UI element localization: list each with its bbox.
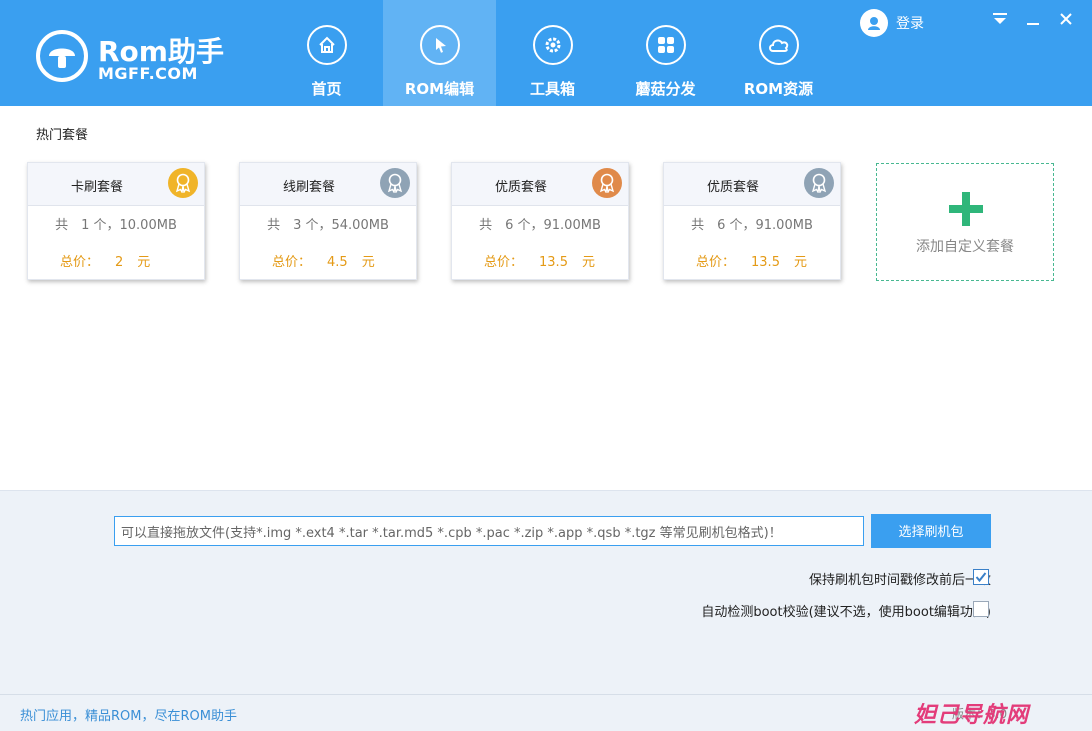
flash-package-panel: 选择刷机包 保持刷机包时间戳修改前后一致 自动检测boot校验(建议不选，使用b… — [0, 490, 1092, 695]
watermark-logo: 妲己导航网 — [914, 703, 1030, 728]
tab-rom-resources[interactable]: ROM资源 — [722, 0, 835, 106]
package-meta: 共 1 个，10.00MB — [55, 218, 177, 233]
card-header: 优质套餐 — [452, 163, 628, 206]
award-badge-icon — [380, 168, 410, 198]
package-price: 总价： 13.5 元 — [484, 251, 595, 270]
grid-icon — [646, 25, 686, 65]
package-card[interactable]: 卡刷套餐 共 1 个，10.00MB 总价： 2 元 — [27, 162, 205, 280]
choose-package-button[interactable]: 选择刷机包 — [871, 514, 991, 548]
price-value: 4.5 — [327, 255, 348, 270]
add-custom-package-button[interactable]: 添加自定义套餐 — [876, 163, 1054, 281]
user-icon — [860, 9, 888, 37]
tab-label: 蘑菇分发 — [635, 80, 696, 98]
award-badge-icon — [168, 168, 198, 198]
tab-rom-edit[interactable]: ROM编辑 — [383, 0, 496, 106]
package-name: 优质套餐 — [706, 180, 759, 195]
keep-timestamp-label: 保持刷机包时间戳修改前后一致 — [808, 573, 991, 588]
tab-label: 工具箱 — [529, 80, 575, 98]
package-card[interactable]: 优质套餐 共 6 个，91.00MB 总价： 13.5 元 — [663, 162, 841, 280]
price-label: 总价： — [484, 255, 524, 270]
tab-label: 首页 — [311, 80, 342, 98]
card-header: 线刷套餐 — [240, 163, 416, 206]
file-drop-input[interactable] — [114, 516, 864, 546]
package-name: 优质套餐 — [494, 180, 547, 195]
plus-icon — [949, 192, 983, 226]
boot-check-label: 自动检测boot校验(建议不选，使用boot编辑功能) — [701, 605, 991, 620]
cloud-icon — [759, 25, 799, 65]
package-price: 总价： 2 元 — [60, 251, 150, 270]
tab-label: ROM编辑 — [404, 80, 475, 98]
card-header: 卡刷套餐 — [28, 163, 204, 206]
package-meta: 共 6 个，91.00MB — [691, 218, 813, 233]
card-header: 优质套餐 — [664, 163, 840, 206]
price-value: 13.5 — [539, 255, 568, 270]
keep-timestamp-checkbox[interactable] — [973, 569, 989, 585]
close-icon[interactable] — [1055, 10, 1077, 32]
award-badge-icon — [804, 168, 834, 198]
app-header: Rom助手 MGFF.COM 首页 ROM编辑 工具箱 蘑菇分发 ROM资源 登… — [0, 0, 1092, 106]
boot-check-checkbox[interactable] — [973, 601, 989, 617]
footer-slogan: 热门应用，精品ROM，尽在ROM助手 — [20, 709, 237, 724]
login-label: 登录 — [896, 16, 924, 32]
price-unit: 元 — [793, 255, 807, 270]
add-custom-package-label: 添加自定义套餐 — [916, 239, 1014, 255]
login-button[interactable]: 登录 — [860, 9, 924, 37]
section-title: 热门套餐 — [36, 128, 89, 143]
main-nav: 首页 ROM编辑 工具箱 蘑菇分发 ROM资源 — [270, 0, 835, 106]
price-label: 总价： — [60, 255, 100, 270]
package-meta: 共 3 个，54.00MB — [267, 218, 389, 233]
package-price: 总价： 4.5 元 — [272, 251, 375, 270]
price-label: 总价： — [696, 255, 736, 270]
package-name: 线刷套餐 — [282, 180, 335, 195]
package-meta: 共 6 个，91.00MB — [479, 218, 601, 233]
price-unit: 元 — [581, 255, 595, 270]
package-name: 卡刷套餐 — [70, 180, 123, 195]
app-logo: Rom助手 MGFF.COM — [36, 28, 236, 88]
home-icon — [307, 25, 347, 65]
price-value: 2 — [115, 255, 124, 270]
gear-icon — [533, 25, 573, 65]
minimize-icon[interactable] — [1022, 10, 1044, 32]
status-bar: 热门应用，精品ROM，尽在ROM助手 版本：3.0 妲己导航网 — [0, 694, 1092, 731]
tab-toolbox[interactable]: 工具箱 — [496, 0, 609, 106]
price-value: 13.5 — [751, 255, 780, 270]
tab-label: ROM资源 — [743, 80, 814, 98]
mushroom-logo-icon — [36, 30, 88, 82]
package-price: 总价： 13.5 元 — [696, 251, 807, 270]
tab-home[interactable]: 首页 — [270, 0, 383, 106]
price-label: 总价： — [272, 255, 312, 270]
package-card[interactable]: 线刷套餐 共 3 个，54.00MB 总价： 4.5 元 — [239, 162, 417, 280]
award-badge-icon — [592, 168, 622, 198]
price-unit: 元 — [361, 255, 375, 270]
price-unit: 元 — [137, 255, 151, 270]
logo-subtitle: MGFF.COM — [98, 64, 198, 83]
tab-distribute[interactable]: 蘑菇分发 — [609, 0, 722, 106]
menu-dropdown-icon[interactable] — [989, 10, 1011, 32]
cursor-icon — [420, 25, 460, 65]
package-card[interactable]: 优质套餐 共 6 个，91.00MB 总价： 13.5 元 — [451, 162, 629, 280]
